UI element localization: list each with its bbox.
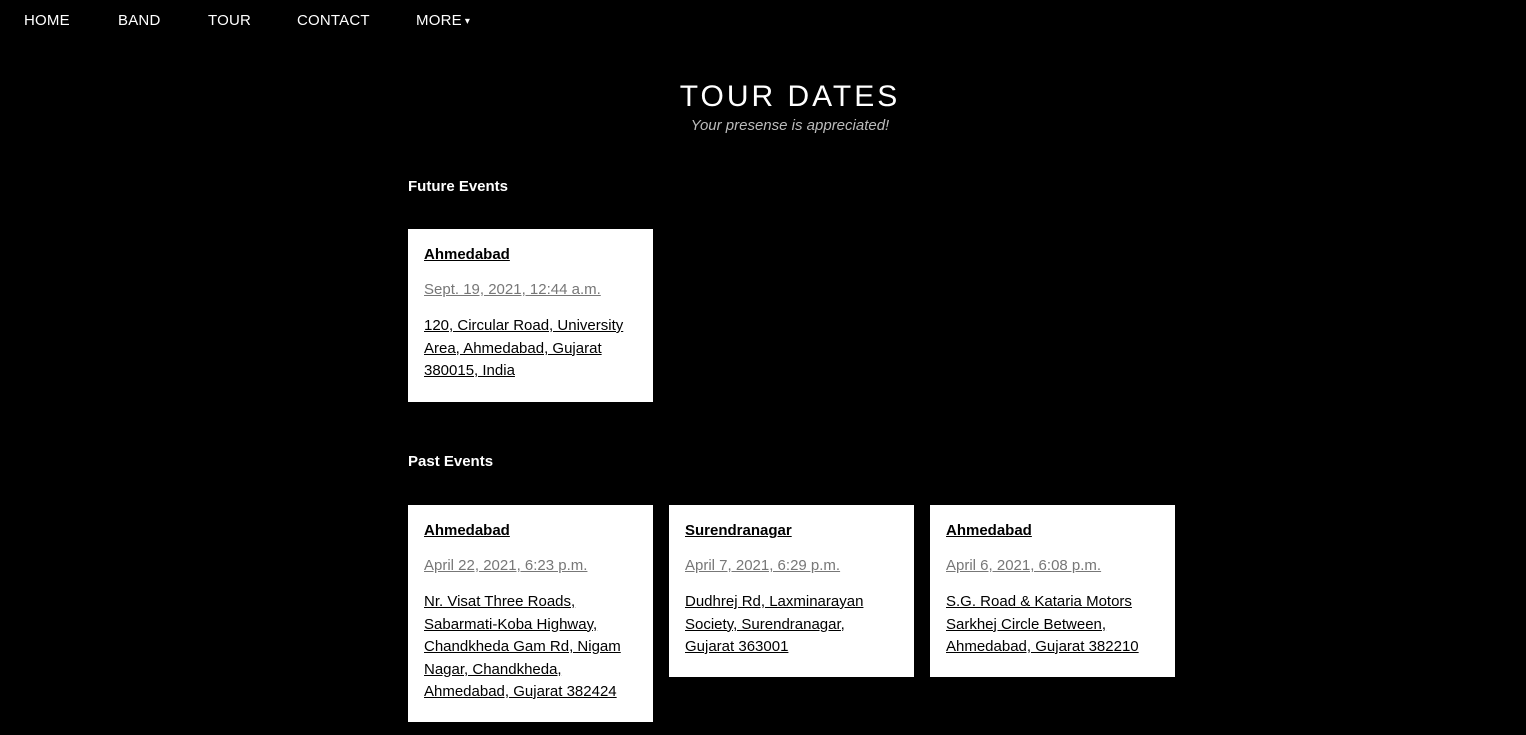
top-navbar: HOME BAND TOUR CONTACT MORE ▾ [0, 0, 1526, 44]
page-subtitle: Your presense is appreciated! [690, 117, 890, 134]
event-card: Ahmedabad April 22, 2021, 6:23 p.m. Nr. … [408, 505, 653, 722]
event-city-link[interactable]: Ahmedabad [424, 246, 637, 263]
nav-tour-link[interactable]: TOUR [208, 12, 251, 29]
event-card: Surendranagar April 7, 2021, 6:29 p.m. D… [669, 505, 914, 677]
event-date-link[interactable]: April 6, 2021, 6:08 p.m. [946, 557, 1159, 574]
event-city-link[interactable]: Ahmedabad [946, 522, 1159, 539]
event-address-link[interactable]: 120, Circular Road, University Area, Ahm… [424, 315, 637, 383]
event-address-link[interactable]: Nr. Visat Three Roads, Sabarmati-Koba Hi… [424, 591, 637, 704]
event-date-link[interactable]: April 7, 2021, 6:29 p.m. [685, 557, 898, 574]
event-address-link[interactable]: Dudhrej Rd, Laxminarayan Society, Surend… [685, 591, 898, 659]
nav-more-dropdown[interactable]: MORE ▾ [416, 12, 470, 29]
event-card: Ahmedabad Sept. 19, 2021, 12:44 a.m. 120… [408, 229, 653, 402]
past-events-heading: Past Events [408, 453, 494, 470]
event-date-link[interactable]: Sept. 19, 2021, 12:44 a.m. [424, 281, 637, 298]
event-card: Ahmedabad April 6, 2021, 6:08 p.m. S.G. … [930, 505, 1175, 677]
event-date-link[interactable]: April 22, 2021, 6:23 p.m. [424, 557, 637, 574]
event-address-link[interactable]: S.G. Road & Kataria Motors Sarkhej Circl… [946, 591, 1159, 659]
nav-band-link[interactable]: BAND [118, 12, 160, 29]
nav-contact-link[interactable]: CONTACT [297, 12, 370, 29]
event-city-link[interactable]: Ahmedabad [424, 522, 637, 539]
nav-home-link[interactable]: HOME [24, 12, 70, 29]
future-events-heading: Future Events [408, 178, 509, 195]
page-title: TOUR DATES [679, 80, 901, 114]
event-city-link[interactable]: Surendranagar [685, 522, 898, 539]
caret-down-icon: ▾ [464, 16, 471, 27]
nav-more-label: MORE [416, 12, 462, 29]
